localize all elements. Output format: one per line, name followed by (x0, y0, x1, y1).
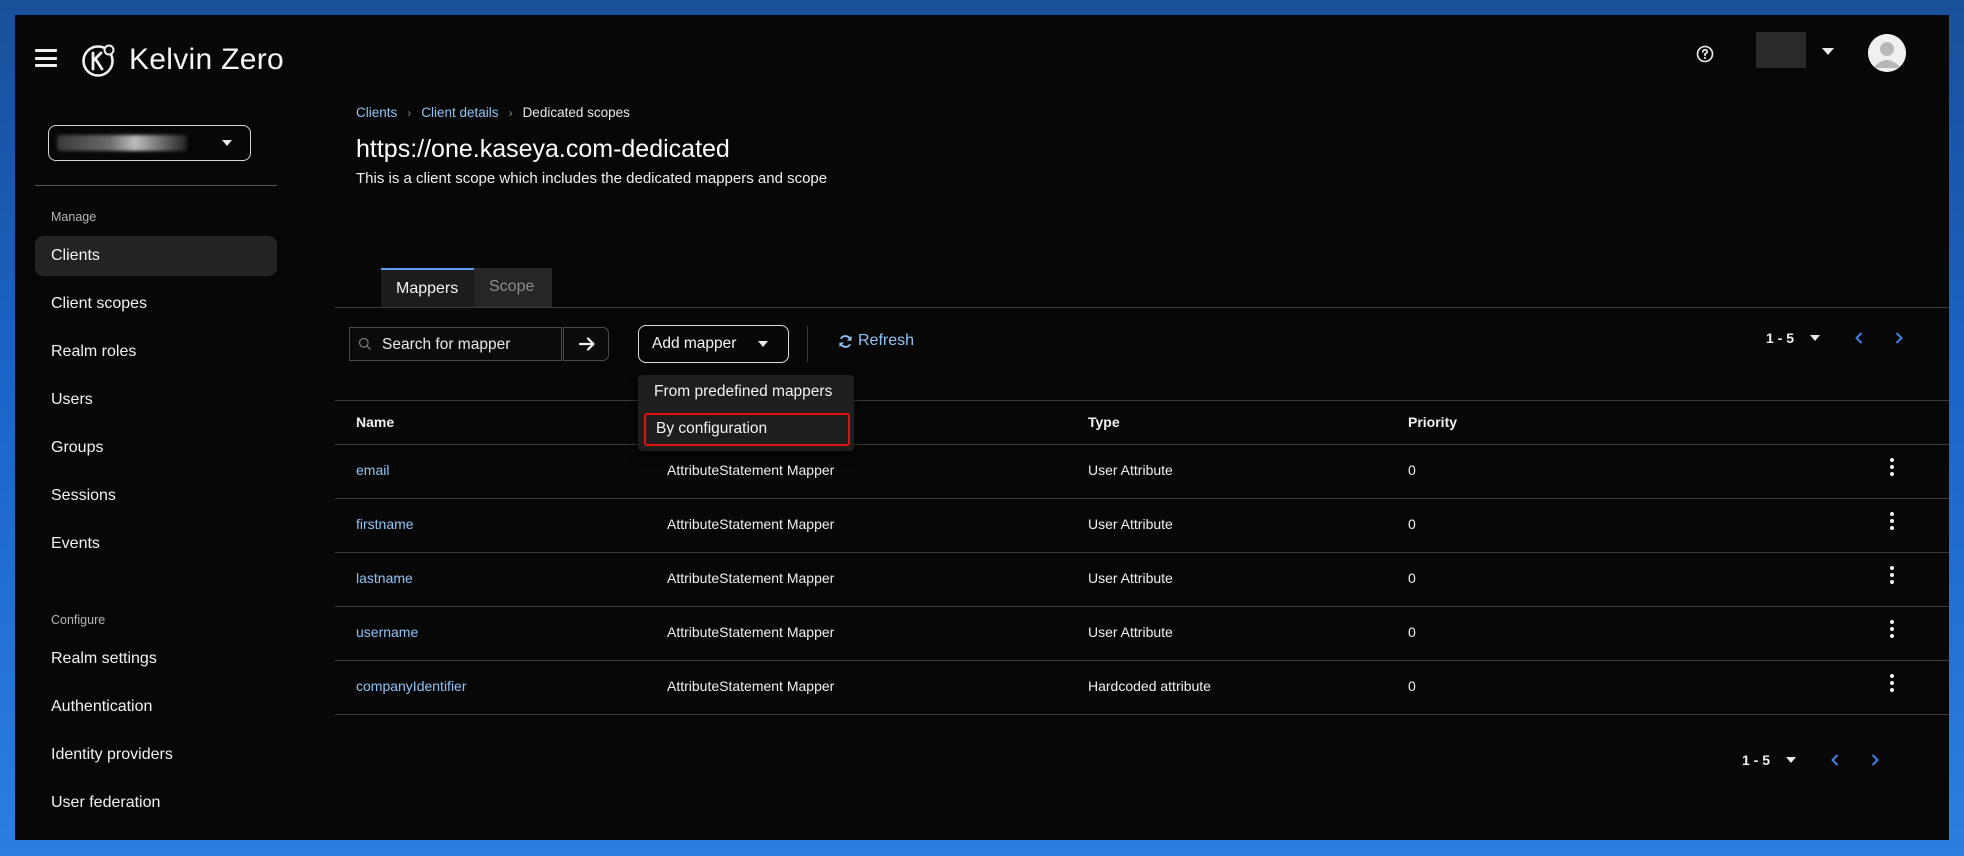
mapper-type: Hardcoded attribute (1088, 678, 1211, 694)
sidebar-divider (35, 185, 277, 186)
sidebar-item-users[interactable]: Users (35, 380, 277, 420)
sidebar-item-client-scopes[interactable]: Client scopes (35, 284, 277, 324)
chevron-right-icon: › (407, 105, 412, 120)
next-page-icon[interactable] (1870, 753, 1880, 767)
chevron-down-icon[interactable] (1810, 335, 1821, 341)
mapper-name-link[interactable]: email (356, 462, 389, 478)
table-row: email AttributeStatement Mapper User Att… (335, 444, 1949, 499)
sidebar-item-realm-settings[interactable]: Realm settings (35, 639, 277, 679)
menu-item-from-predefined-mappers[interactable]: From predefined mappers (638, 375, 854, 409)
menu-item-by-configuration[interactable]: By configuration (644, 413, 850, 446)
kebab-menu-icon[interactable] (1887, 512, 1897, 534)
mapper-priority: 0 (1408, 516, 1416, 532)
breadcrumb-clients[interactable]: Clients (356, 105, 397, 120)
brand-logo[interactable]: Kelvin Zero (81, 42, 284, 78)
mapper-category: AttributeStatement Mapper (667, 462, 835, 478)
search-input[interactable] (380, 328, 559, 362)
table-row: firstname AttributeStatement Mapper User… (335, 498, 1949, 553)
arrow-right-icon (578, 337, 595, 351)
add-mapper-menu: From predefined mappers By configuration (638, 375, 854, 451)
tab-scope[interactable]: Scope (474, 268, 552, 307)
search-box (349, 327, 562, 362)
pagination-range-bottom[interactable]: 1 - 5 (1742, 752, 1770, 768)
table-row: lastname AttributeStatement Mapper User … (335, 552, 1949, 607)
mapper-name-link[interactable]: lastname (356, 570, 413, 586)
page-title: https://one.kaseya.com-dedicated (356, 135, 730, 163)
chevron-down-icon (758, 341, 768, 347)
kelvin-zero-logo-icon (82, 44, 115, 77)
mapper-name-link[interactable]: username (356, 624, 418, 640)
chevron-down-icon (222, 140, 232, 146)
mapper-type: User Attribute (1088, 624, 1173, 640)
brand-name: Kelvin Zero (129, 43, 285, 76)
mapper-name-link[interactable]: firstname (356, 516, 414, 532)
mapper-priority: 0 (1408, 462, 1416, 478)
add-mapper-label: Add mapper (652, 335, 737, 352)
sidebar: Manage Clients Client scopes Realm roles… (15, 105, 277, 840)
tab-mappers[interactable]: Mappers (381, 268, 474, 307)
nav-section-manage: Manage (51, 210, 97, 224)
chevron-right-icon: › (508, 105, 513, 120)
kebab-menu-icon[interactable] (1887, 566, 1897, 588)
realm-name-redacted (57, 135, 187, 151)
mapper-priority: 0 (1408, 570, 1416, 586)
mapper-type: User Attribute (1088, 462, 1173, 478)
add-mapper-button[interactable]: Add mapper (638, 325, 789, 363)
chevron-down-icon[interactable] (1786, 757, 1797, 763)
pagination-top: 1 - 5 (1766, 330, 1904, 346)
breadcrumb-current: Dedicated scopes (522, 105, 630, 120)
toolbar: Add mapper Refresh 1 - 5 (335, 318, 1949, 368)
pagination-bottom: 1 - 5 (1742, 752, 1880, 768)
kebab-menu-icon[interactable] (1887, 620, 1897, 642)
breadcrumb-client-details[interactable]: Client details (421, 105, 498, 120)
sidebar-item-user-federation[interactable]: User federation (35, 783, 277, 823)
page-subtitle: This is a client scope which includes th… (356, 170, 828, 187)
search-icon (358, 337, 372, 351)
refresh-label: Refresh (858, 332, 915, 349)
app-window: Kelvin Zero Manage Clients Client scopes… (15, 15, 1949, 840)
mapper-category: AttributeStatement Mapper (667, 570, 835, 586)
previous-page-icon[interactable] (1830, 753, 1840, 767)
column-header-name[interactable]: Name (356, 414, 394, 430)
mapper-category: AttributeStatement Mapper (667, 516, 835, 532)
hamburger-icon[interactable] (35, 49, 57, 67)
chevron-down-icon[interactable] (1822, 48, 1834, 55)
sidebar-item-groups[interactable]: Groups (35, 428, 277, 468)
mapper-name-link[interactable]: companyIdentifier (356, 678, 467, 694)
help-circle-icon[interactable] (1695, 44, 1715, 64)
tab-bar: Mappers Scope (335, 268, 1949, 308)
refresh-icon (839, 334, 852, 348)
refresh-button[interactable]: Refresh (838, 332, 914, 350)
account-name-redacted[interactable] (1756, 32, 1806, 68)
mapper-type: User Attribute (1088, 516, 1173, 532)
table-row: companyIdentifier AttributeStatement Map… (335, 660, 1949, 715)
kebab-menu-icon[interactable] (1887, 674, 1897, 696)
column-header-type[interactable]: Type (1088, 414, 1120, 430)
sidebar-item-sessions[interactable]: Sessions (35, 476, 277, 516)
masthead: Kelvin Zero (15, 15, 1949, 105)
sidebar-item-events[interactable]: Events (35, 524, 277, 564)
previous-page-icon[interactable] (1854, 331, 1864, 345)
toolbar-divider (807, 326, 808, 362)
mapper-priority: 0 (1408, 678, 1416, 694)
sidebar-item-authentication[interactable]: Authentication (35, 687, 277, 727)
table-row: username AttributeStatement Mapper User … (335, 606, 1949, 661)
mapper-category: AttributeStatement Mapper (667, 624, 835, 640)
sidebar-item-realm-roles[interactable]: Realm roles (35, 332, 277, 372)
next-page-icon[interactable] (1894, 331, 1904, 345)
mapper-priority: 0 (1408, 624, 1416, 640)
pagination-range-top[interactable]: 1 - 5 (1766, 330, 1794, 346)
column-header-priority[interactable]: Priority (1408, 414, 1457, 430)
sidebar-item-clients[interactable]: Clients (35, 236, 277, 276)
kebab-menu-icon[interactable] (1887, 458, 1897, 480)
nav-section-configure: Configure (51, 613, 106, 627)
search-submit-button[interactable] (563, 327, 609, 361)
mapper-type: User Attribute (1088, 570, 1173, 586)
user-avatar-icon[interactable] (1868, 34, 1906, 72)
sidebar-item-identity-providers[interactable]: Identity providers (35, 735, 277, 775)
mapper-category: AttributeStatement Mapper (667, 678, 835, 694)
realm-selector[interactable] (48, 125, 251, 161)
breadcrumb: Clients › Client details › Dedicated sco… (356, 105, 630, 120)
table-header: Name Type Priority (335, 400, 1949, 445)
